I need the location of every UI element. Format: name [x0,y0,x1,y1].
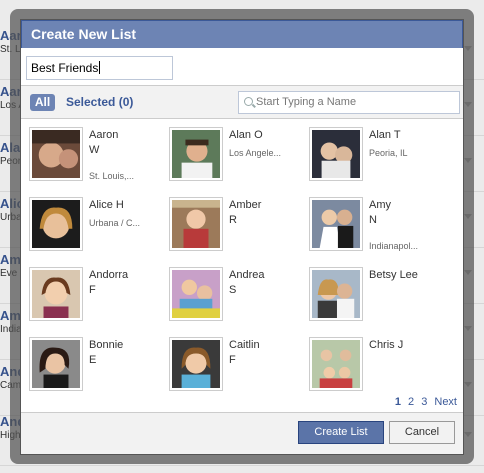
friend-photo [29,267,83,321]
friend-first-name: Amy [369,199,391,211]
friend-first-name: Amber [229,199,262,211]
list-name-value: Best Friends [31,61,99,75]
friend-tile[interactable]: Andrea S [169,267,299,329]
tab-all[interactable]: All [30,94,55,111]
friend-location: Peoria, IL [369,148,408,158]
friend-location: Urbana / C... [89,218,141,228]
search-icon [244,97,253,106]
friend-tile[interactable]: Betsy Lee [309,267,439,329]
friend-photo [29,197,83,251]
friend-tile[interactable]: Amber R [169,197,299,259]
friend-last-name: E [89,354,97,366]
friend-tile[interactable]: Amy N Indianapol... [309,197,439,259]
friend-photo-image [32,340,80,388]
friend-search-placeholder: Start Typing a Name [256,96,357,108]
friend-first-name: Bonnie [89,339,124,351]
friend-tile[interactable]: Alan T Peoria, IL [309,127,439,189]
page-link-1[interactable]: 1 [395,396,401,408]
friend-tile[interactable]: Bonnie E [29,337,159,399]
friend-location: Los Angele... [229,148,282,158]
next-page-link[interactable]: Next [434,396,457,408]
page-link-2[interactable]: 2 [408,396,414,408]
friend-photo-image [312,340,360,388]
friend-tile[interactable]: Alice H Urbana / C... [29,197,159,259]
friend-last-name: F [89,284,96,296]
create-list-button[interactable]: Create List [298,421,384,444]
text-caret [99,61,101,74]
create-list-dialog: Create New List Best Friends All Selecte… [20,19,464,455]
friend-first-name: Andrea [229,269,265,281]
friend-tile[interactable]: Andorra F [29,267,159,329]
friend-grid: Aaron W St. Louis,... Alan O Los Angele.… [21,119,463,413]
friend-photo [309,267,363,321]
pagination: 1 2 3 Next [391,396,457,408]
friend-location: St. Louis,... [89,171,135,181]
friend-first-name: Aaron [89,129,119,141]
friend-photo-image [172,130,220,178]
dialog-title: Create New List [21,20,463,48]
friend-photo [169,337,223,391]
friend-photo [169,127,223,181]
friend-first-name: Alice H [89,199,124,211]
friend-photo-image [32,270,80,318]
list-name-row: Best Friends [21,48,463,86]
friend-tile[interactable]: Alan O Los Angele... [169,127,299,189]
friend-photo-image [312,200,360,248]
tab-selected[interactable]: Selected (0) [66,94,133,111]
friend-last-name: N [369,214,377,226]
friend-first-name: Chris J [369,339,404,351]
friend-photo [309,197,363,251]
friend-photo-image [32,130,80,178]
friend-last-name: F [229,354,236,366]
friend-photo-image [32,200,80,248]
page-link-3[interactable]: 3 [421,396,427,408]
friend-photo-image [312,270,360,318]
friend-first-name: Caitlin [229,339,260,351]
friend-photo-image [172,340,220,388]
friend-first-name: Alan T [369,129,401,141]
friend-photo-image [312,130,360,178]
friend-first-name: Alan O [229,129,263,141]
friend-last-name: W [89,144,100,156]
friend-photo-image [172,270,220,318]
friend-tile[interactable]: Caitlin F [169,337,299,399]
friend-tile[interactable]: Aaron W St. Louis,... [29,127,159,189]
friend-last-name: R [229,214,237,226]
friend-photo [29,337,83,391]
friend-first-name: Andorra [89,269,129,281]
cancel-button[interactable]: Cancel [389,421,455,444]
friend-location: Indianapol... [369,241,419,251]
friend-photo [169,197,223,251]
dialog-footer: Create List Cancel [21,412,463,454]
filter-bar: All Selected (0) Start Typing a Name [21,86,463,119]
friend-photo [309,127,363,181]
friend-photo [309,337,363,391]
friend-first-name: Betsy Lee [369,269,418,281]
friend-photo [29,127,83,181]
list-name-input[interactable]: Best Friends [26,56,173,80]
friend-last-name: S [229,284,237,296]
friend-tile[interactable]: Chris J [309,337,439,399]
friend-photo-image [172,200,220,248]
friend-photo [169,267,223,321]
friend-search-input[interactable]: Start Typing a Name [238,91,460,114]
